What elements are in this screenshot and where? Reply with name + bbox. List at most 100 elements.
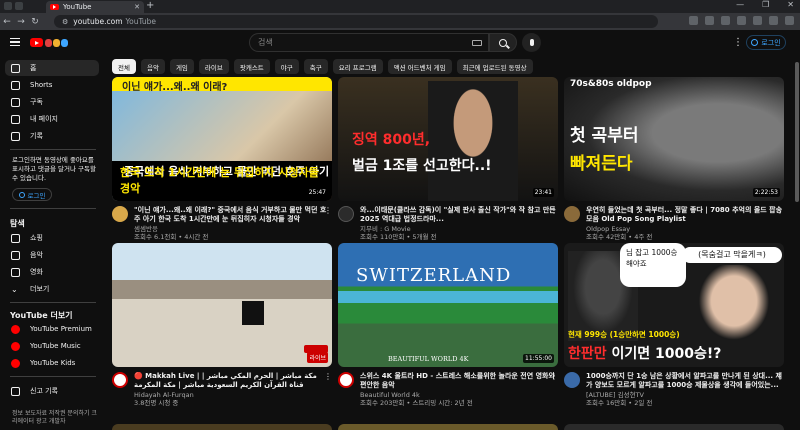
more-actions-icon[interactable]: ⋮ xyxy=(550,372,558,381)
chip-baseball[interactable]: 야구 xyxy=(274,59,299,74)
video-thumbnail[interactable]: 징역 800년, 벌금 1조를 선고한다..! 23:41 xyxy=(338,77,558,201)
more-actions-icon[interactable]: ⋮ xyxy=(324,206,332,215)
close-window-button[interactable]: ✕ xyxy=(787,0,794,9)
channel-avatar[interactable] xyxy=(338,372,354,388)
video-title[interactable]: 1000승까지 단 1승 남은 상황에서 알파고를 만나게 된 상대... 제가… xyxy=(586,372,784,390)
sidebar-item-premium[interactable]: YouTube Premium xyxy=(5,321,99,337)
extension-icon[interactable] xyxy=(721,16,730,25)
more-actions-icon[interactable]: ⋮ xyxy=(324,372,332,381)
youtube-logo[interactable] xyxy=(30,38,68,47)
maximize-button[interactable]: ❐ xyxy=(762,0,769,9)
more-actions-icon[interactable]: ⋮ xyxy=(776,206,784,215)
sidebar-item-report-history[interactable]: 신고 기록 xyxy=(5,383,99,399)
filter-chips: 전체 음악 게임 라이브 팟캐스트 야구 축구 요리 프로그램 액션 어드벤처 … xyxy=(112,59,533,74)
tab-close-icon[interactable]: ✕ xyxy=(134,3,140,11)
video-title[interactable]: 우연히 들었는데 첫 곡부터... 정말 좋다 | 7080 추억의 올드 팝송… xyxy=(586,206,784,224)
login-button[interactable]: 로그인 xyxy=(746,35,786,50)
video-thumbnail[interactable]: 이닌 얘가...왜..왜 이래? 중국에서 음식 거부하고 물만 먹던 호주 아… xyxy=(112,77,332,201)
channel-name[interactable]: [ALTUBE] 김성현TV xyxy=(586,391,784,399)
extension-icon[interactable] xyxy=(737,16,746,25)
keyboard-icon[interactable] xyxy=(472,39,482,46)
video-card[interactable]: 70s&80s oldpop 첫 곡부터 빠져든다 2:22:53 우연히 들었… xyxy=(564,77,784,241)
video-title[interactable]: 와...이태문(클라쓰 감독)이 "실제 판사 출신 작가"와 작 참고 만든 … xyxy=(360,206,558,224)
video-thumbnail[interactable]: SWITZERLAND BEAUTIFUL WORLD 4K 11:55:00 xyxy=(338,243,558,367)
chip-games[interactable]: 게임 xyxy=(169,59,194,74)
sidebar-item-music-app[interactable]: YouTube Music xyxy=(5,338,99,354)
chip-recently-uploaded[interactable]: 최근에 업로드된 동영상 xyxy=(456,59,533,74)
video-title[interactable]: 🔴 Makkah Live | مكة مباشر | الحرم المكي … xyxy=(134,372,332,390)
video-card[interactable]: SWITZERLAND BEAUTIFUL WORLD 4K 11:55:00 … xyxy=(338,243,558,407)
video-thumbnail[interactable] xyxy=(112,424,332,430)
channel-name[interactable]: Hidayah Al-Furqan xyxy=(134,391,332,399)
site-info-icon[interactable]: ⚙ xyxy=(62,18,68,26)
scrollbar-thumb[interactable] xyxy=(795,62,799,202)
chip-live[interactable]: 라이브 xyxy=(198,59,229,74)
channel-avatar[interactable] xyxy=(564,372,580,388)
video-card[interactable]: 이닌 얘가...왜..왜 이래? 중국에서 음식 거부하고 물만 먹던 호주 아… xyxy=(112,77,332,241)
forward-button[interactable]: → xyxy=(14,17,28,27)
video-card[interactable]: 님 잡고 1000승 해야죠 (목숨걸고 막을게ㅋ) 현재 999승 (1승만하… xyxy=(564,243,784,407)
browser-tab[interactable]: YouTube ✕ xyxy=(46,1,144,13)
video-title[interactable]: "이닌 얘가...왜..왜 이래?" 중국에서 음식 거부하고 물만 먹던 호주… xyxy=(134,206,332,224)
extension-icon[interactable] xyxy=(689,16,698,25)
chip-soccer[interactable]: 축구 xyxy=(303,59,328,74)
sidebar-item-home[interactable]: 홈 xyxy=(5,60,99,76)
sidebar-item-kids[interactable]: YouTube Kids xyxy=(5,355,99,371)
duration-badge: 25:47 xyxy=(306,188,328,197)
back-button[interactable]: ← xyxy=(0,17,14,27)
video-thumbnail[interactable]: 70s&80s oldpop 첫 곡부터 빠져든다 2:22:53 xyxy=(564,77,784,201)
sidebar-item-music[interactable]: 음악 xyxy=(5,247,99,263)
minimize-button[interactable]: — xyxy=(736,0,744,9)
sidebar-item-you[interactable]: 내 페이지 xyxy=(5,111,99,127)
video-thumbnail[interactable] xyxy=(338,424,558,430)
more-actions-icon[interactable]: ⋮ xyxy=(550,206,558,215)
chip-podcasts[interactable]: 팟캐스트 xyxy=(233,59,270,74)
extension-icon[interactable] xyxy=(705,16,714,25)
sidebar-item-history[interactable]: 기록 xyxy=(5,128,99,144)
profile-icon[interactable] xyxy=(785,16,794,25)
voice-search-button[interactable] xyxy=(522,33,541,52)
extension-icon[interactable] xyxy=(753,16,762,25)
omnibox[interactable]: ⚙ youtube.com YouTube xyxy=(54,15,658,28)
sidebar-item-shorts[interactable]: Shorts xyxy=(5,77,99,93)
scrollbar[interactable] xyxy=(794,56,800,430)
reload-button[interactable]: ↻ xyxy=(28,17,42,27)
channel-name[interactable]: 셈셈반응 xyxy=(134,225,332,233)
chip-music[interactable]: 음악 xyxy=(140,59,165,74)
video-title[interactable]: 스위스 4K 울트라 HD - 스트레스 해소를위한 놀라운 전연 영화와 편안… xyxy=(360,372,558,390)
channel-avatar[interactable] xyxy=(564,206,580,222)
video-stats: 조회수 16만회 • 2일 전 xyxy=(586,399,653,407)
chip-action-adventure[interactable]: 액션 어드벤처 게임 xyxy=(387,59,452,74)
chip-all[interactable]: 전체 xyxy=(112,59,136,74)
thumb-speech-bubble: (목숨걸고 막을게ㅋ) xyxy=(682,247,782,263)
more-actions-icon[interactable]: ⋮ xyxy=(776,372,784,381)
sidebar-item-subscriptions[interactable]: 구독 xyxy=(5,94,99,110)
channel-name[interactable]: Oldpop Essay xyxy=(586,225,784,233)
channel-name[interactable]: 지무비 : G Movie xyxy=(360,225,558,233)
video-thumbnail[interactable]: 라이브 xyxy=(112,243,332,367)
channel-avatar[interactable] xyxy=(338,206,354,222)
sidebar-item-movies[interactable]: 영화 xyxy=(5,264,99,280)
search-input[interactable]: 검색 xyxy=(249,33,489,52)
thumb-speech-bubble: 님 잡고 1000승 해야죠 xyxy=(620,243,686,287)
menu-icon[interactable] xyxy=(10,38,20,46)
sidebar-item-more[interactable]: ⌄ 더보기 xyxy=(5,281,99,297)
channel-avatar[interactable] xyxy=(112,206,128,222)
new-tab-button[interactable]: + xyxy=(146,0,154,11)
sidebar-item-shopping[interactable]: 쇼핑 xyxy=(5,230,99,246)
channel-avatar[interactable] xyxy=(112,372,128,388)
sidebar-login-button[interactable]: 로그인 xyxy=(12,188,52,201)
video-thumbnail[interactable]: 님 잡고 1000승 해야죠 (목숨걸고 막을게ㅋ) 현재 999승 (1승만하… xyxy=(564,243,784,367)
video-card[interactable]: 징역 800년, 벌금 1조를 선고한다..! 23:41 와...이태문(클라… xyxy=(338,77,558,241)
video-card[interactable]: 라이브 🔴 Makkah Live | مكة مباشر | الحرم ال… xyxy=(112,243,332,407)
chip-cooking[interactable]: 요리 프로그램 xyxy=(332,59,383,74)
settings-menu-icon[interactable]: ⋮ xyxy=(733,37,743,48)
search-button[interactable] xyxy=(489,33,517,52)
account-icon xyxy=(751,39,759,46)
channel-name[interactable]: Beautiful World 4k xyxy=(360,391,558,399)
search-placeholder: 검색 xyxy=(258,38,273,47)
video-thumbnail[interactable] xyxy=(564,424,784,430)
thumb-caption: 70s&80s oldpop xyxy=(570,79,652,89)
extension-icon[interactable] xyxy=(769,16,778,25)
video-meta: 스위스 4K 울트라 HD - 스트레스 해소를위한 놀라운 전연 영화와 편안… xyxy=(338,372,558,407)
